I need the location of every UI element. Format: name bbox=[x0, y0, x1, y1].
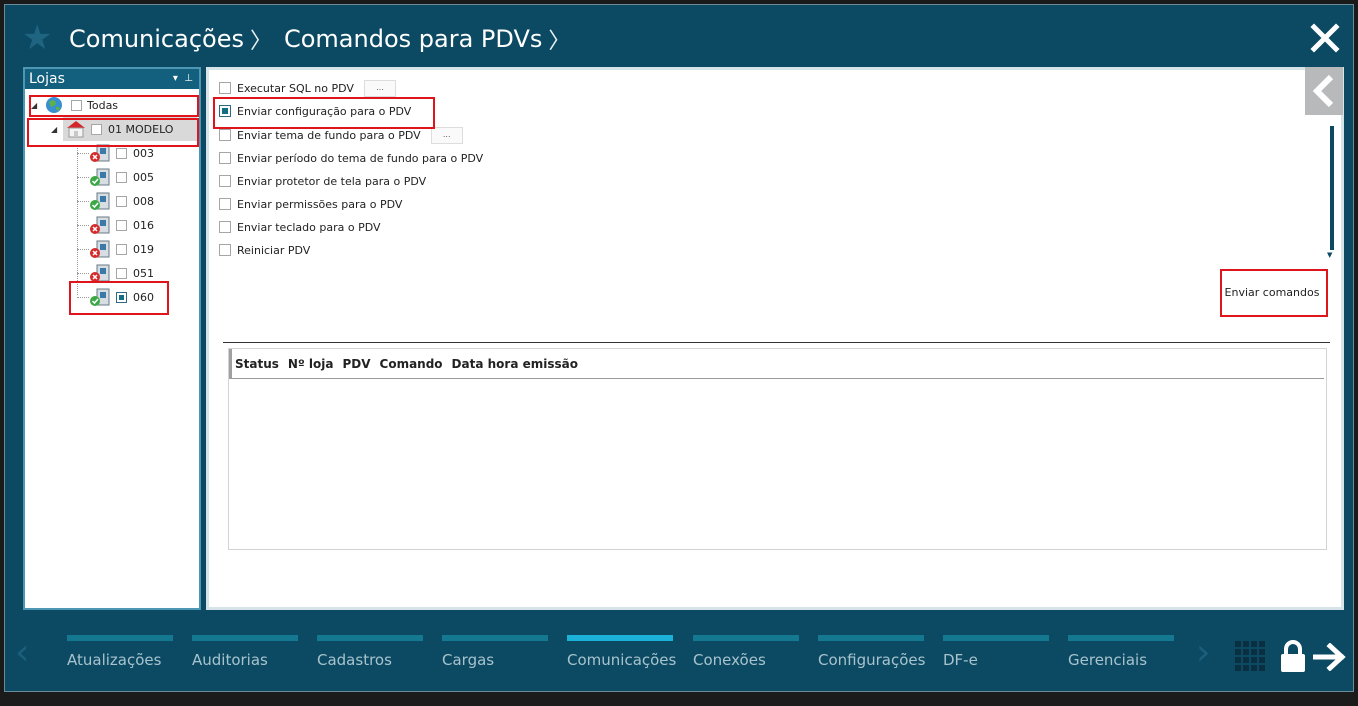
column-command[interactable]: Comando bbox=[380, 357, 443, 371]
chevron-right-icon: 〉 bbox=[548, 29, 571, 54]
command-checkbox[interactable] bbox=[219, 198, 231, 210]
command-item[interactable]: Enviar protetor de tela para o PDV bbox=[219, 172, 426, 190]
stores-panel-title: Lojas bbox=[29, 71, 65, 87]
nav-tab-label: Comunicações bbox=[567, 651, 677, 669]
command-checkbox[interactable] bbox=[219, 129, 231, 141]
command-label: Reiniciar PDV bbox=[237, 243, 311, 257]
command-item[interactable]: Reiniciar PDV bbox=[219, 241, 310, 259]
lock-icon[interactable] bbox=[1279, 639, 1307, 673]
nav-tab-comunicacoes[interactable]: Comunicações bbox=[567, 635, 677, 675]
nav-tab-label: Auditorias bbox=[192, 651, 268, 669]
checkbox-pdv[interactable] bbox=[116, 219, 127, 231]
nav-tab-configuracoes[interactable]: Configurações bbox=[818, 635, 926, 675]
breadcrumb: Comunicações 〉 Comandos para PDVs 〉 bbox=[69, 19, 582, 59]
scroll-down-icon[interactable]: ▼ bbox=[1327, 251, 1332, 259]
command-checkbox[interactable] bbox=[219, 152, 231, 164]
nav-tab-label: Cargas bbox=[442, 651, 495, 669]
pdv-online-icon bbox=[90, 168, 110, 186]
command-label: Enviar protetor de tela para o PDV bbox=[237, 174, 427, 188]
checkbox-pdv[interactable] bbox=[116, 195, 127, 207]
command-item[interactable]: Enviar período do tema de fundo para o P… bbox=[219, 149, 483, 167]
divider bbox=[223, 342, 1330, 343]
options-button[interactable]: ... bbox=[430, 126, 463, 144]
checkbox-pdv[interactable] bbox=[116, 171, 127, 183]
command-checkbox[interactable] bbox=[219, 244, 231, 256]
pin-icon[interactable]: ▾ ⊥ bbox=[173, 69, 193, 89]
nav-tab-cargas[interactable]: Cargas bbox=[442, 635, 548, 675]
window-shadow bbox=[0, 693, 1358, 706]
tree-node-pdv[interactable]: 019 bbox=[89, 239, 154, 259]
tree-node-pdv[interactable]: 008 bbox=[89, 191, 154, 211]
tree-label-pdv: 008 bbox=[133, 194, 154, 208]
pdv-offline-icon bbox=[90, 216, 110, 234]
arrow-right-icon[interactable] bbox=[1313, 643, 1347, 671]
nav-tab-gerenciais[interactable]: Gerenciais bbox=[1068, 635, 1174, 675]
command-checkbox[interactable] bbox=[219, 175, 231, 187]
commands-panel: Executar SQL no PDV ... Enviar configura… bbox=[206, 67, 1344, 610]
stores-panel-header: Lojas ▾ ⊥ bbox=[25, 69, 199, 89]
star-icon[interactable]: ★ bbox=[22, 21, 52, 55]
checkbox-pdv[interactable] bbox=[116, 267, 127, 279]
column-status[interactable]: Status bbox=[235, 357, 279, 371]
stores-panel: Lojas ▾ ⊥ ◢ Todas ◢ 01 MODELO 003 005 00… bbox=[23, 67, 201, 610]
command-label: Enviar período do tema de fundo para o P… bbox=[237, 151, 484, 165]
tree-label-pdv: 016 bbox=[133, 218, 154, 232]
close-icon[interactable] bbox=[1309, 22, 1341, 54]
chevron-left-icon bbox=[1312, 74, 1334, 108]
command-item[interactable]: Executar SQL no PDV ... bbox=[219, 79, 396, 97]
nav-tab-label: Atualizações bbox=[67, 651, 162, 669]
command-label: Enviar tema de fundo para o PDV bbox=[237, 128, 421, 142]
grid-header: Status Nº loja PDV Comando Data hora emi… bbox=[229, 349, 1324, 379]
nav-tab-auditorias[interactable]: Auditorias bbox=[192, 635, 298, 675]
nav-tab-atualizacoes[interactable]: Atualizações bbox=[67, 635, 173, 675]
tree-node-pdv[interactable]: 051 bbox=[89, 263, 154, 283]
tree-node-pdv[interactable]: 016 bbox=[89, 215, 154, 235]
nav-tab-dfe[interactable]: DF-e bbox=[943, 635, 1049, 675]
highlight-box bbox=[69, 281, 169, 315]
breadcrumb-item-comunicacoes[interactable]: Comunicações bbox=[69, 25, 244, 53]
options-button[interactable]: ... bbox=[363, 79, 396, 97]
side-panel-toggle[interactable] bbox=[1305, 67, 1343, 115]
column-issue-datetime[interactable]: Data hora emissão bbox=[452, 357, 578, 371]
checkbox-pdv[interactable] bbox=[116, 243, 127, 255]
nav-tab-conexoes[interactable]: Conexões bbox=[693, 635, 799, 675]
command-item[interactable]: Enviar teclado para o PDV bbox=[219, 218, 381, 236]
tree-label-pdv: 003 bbox=[133, 146, 154, 160]
highlight-box bbox=[29, 95, 199, 117]
command-label: Enviar permissões para o PDV bbox=[237, 197, 403, 211]
tree-label-pdv: 005 bbox=[133, 170, 154, 184]
highlight-box bbox=[27, 118, 199, 147]
command-item[interactable]: Enviar permissões para o PDV bbox=[219, 195, 402, 213]
nav-tab-label: Gerenciais bbox=[1068, 651, 1148, 669]
commands-grid[interactable]: Status Nº loja PDV Comando Data hora emi… bbox=[228, 348, 1327, 550]
nav-tab-cadastros[interactable]: Cadastros bbox=[317, 635, 423, 675]
highlight-box bbox=[1220, 269, 1328, 317]
nav-tab-label: Cadastros bbox=[317, 651, 392, 669]
highlight-box bbox=[213, 97, 435, 129]
nav-tab-label: DF-e bbox=[943, 651, 978, 669]
breadcrumb-item-comandos[interactable]: Comandos para PDVs bbox=[284, 25, 542, 53]
tree-label-pdv: 051 bbox=[133, 266, 154, 280]
pdv-offline-icon bbox=[90, 240, 110, 258]
app-window: ★ Comunicações 〉 Comandos para PDVs 〉 Lo… bbox=[4, 4, 1354, 692]
column-pdv[interactable]: PDV bbox=[342, 357, 370, 371]
apps-grid-icon[interactable] bbox=[1235, 641, 1265, 671]
command-label: Executar SQL no PDV bbox=[237, 81, 354, 95]
scrollbar[interactable] bbox=[1330, 126, 1334, 250]
column-store-number[interactable]: Nº loja bbox=[288, 357, 334, 371]
nav-prev-icon[interactable]: ‹ bbox=[15, 635, 29, 671]
command-checkbox[interactable] bbox=[219, 82, 231, 94]
tree-node-pdv[interactable]: 005 bbox=[89, 167, 154, 187]
command-checkbox[interactable] bbox=[219, 221, 231, 233]
chevron-right-icon: 〉 bbox=[249, 29, 272, 54]
nav-tab-label: Configurações bbox=[818, 651, 926, 669]
checkbox-pdv[interactable] bbox=[116, 147, 127, 159]
command-label: Enviar teclado para o PDV bbox=[237, 220, 381, 234]
nav-next-icon[interactable]: › bbox=[1196, 635, 1210, 671]
pdv-offline-icon bbox=[90, 264, 110, 282]
pdv-online-icon bbox=[90, 192, 110, 210]
nav-tab-label: Conexões bbox=[693, 651, 766, 669]
tree-label-pdv: 019 bbox=[133, 242, 154, 256]
